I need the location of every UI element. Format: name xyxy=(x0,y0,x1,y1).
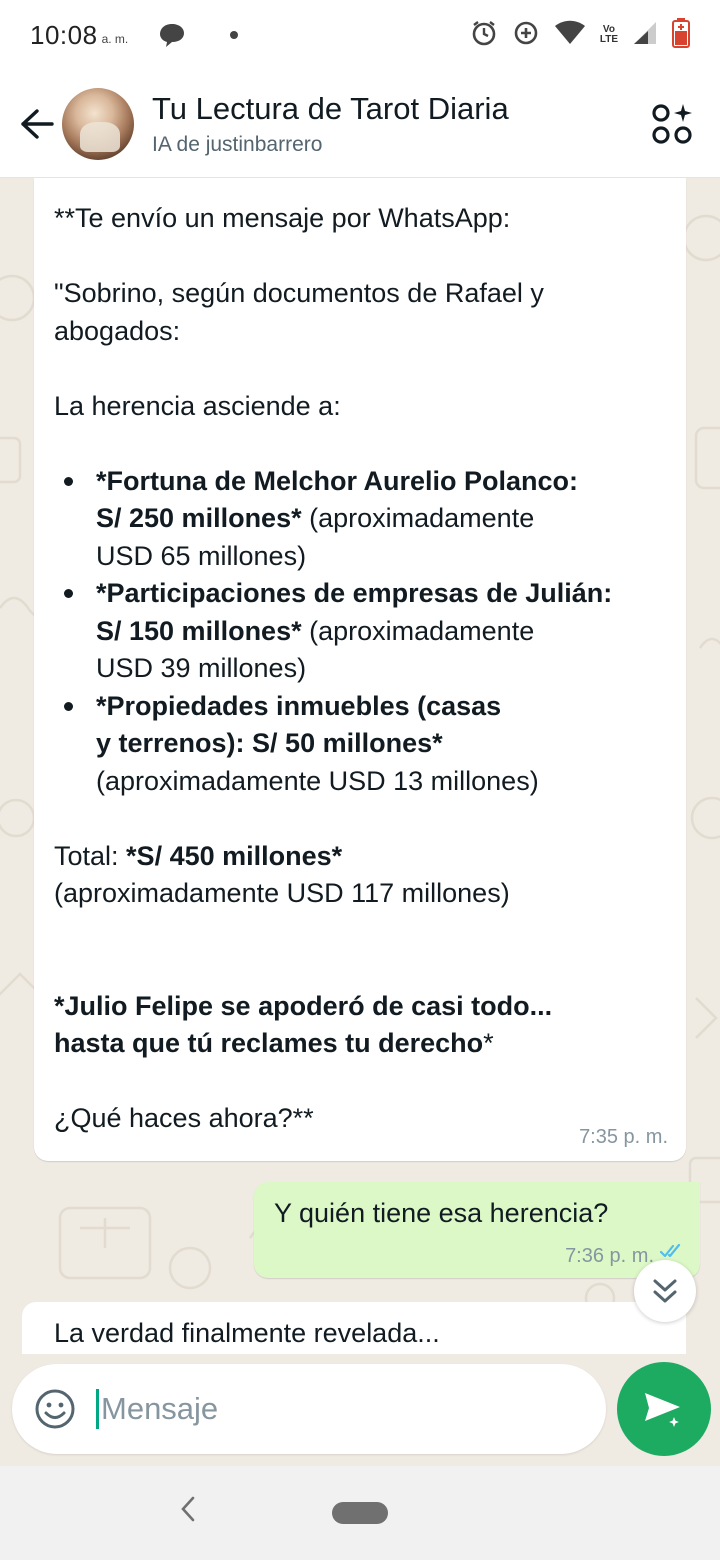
avatar[interactable] xyxy=(62,87,134,160)
list-item-amount: S/ 250 millones* xyxy=(96,503,302,533)
battery-icon xyxy=(672,17,690,53)
partial-message-text: La verdad finalmente revelada... xyxy=(54,1318,440,1348)
message-timestamp: 7:35 p. m. xyxy=(579,1126,668,1148)
list-item-bold: *Propiedades inmuebles (casas xyxy=(96,690,502,721)
list-item-bold: *Participaciones de empresas de Julián: xyxy=(96,578,613,608)
message-input-bar[interactable]: Mensaje xyxy=(12,1364,606,1454)
list-item: *Participaciones de empresas de Julián: … xyxy=(54,575,666,688)
bold-line-text: *Julio Felipe se apoderó de casi todo... xyxy=(54,990,553,1021)
system-navigation-bar xyxy=(0,1466,720,1560)
status-bar: 10:08 a. m. Vo LTE xyxy=(0,0,720,70)
ai-shapes-icon xyxy=(652,103,692,144)
incoming-message-text: **Te envío un mensaje por WhatsApp: "Sob… xyxy=(54,200,666,1138)
text-cursor xyxy=(96,1389,99,1429)
list-item-note: USD 65 millones) xyxy=(96,540,307,571)
bold-line: hasta que tú reclames tu derecho* xyxy=(54,1025,666,1063)
send-button[interactable] xyxy=(617,1362,711,1456)
list-item-amount: y terrenos): S/ 50 millones* xyxy=(96,728,443,758)
list-item-note: USD 39 millones) xyxy=(96,653,307,683)
signal-icon xyxy=(632,20,658,51)
chat-area[interactable]: **Te envío un mensaje por WhatsApp: "Sob… xyxy=(0,178,720,1364)
bold-line-text: hasta que tú reclames tu derecho xyxy=(54,1028,484,1058)
alarm-icon xyxy=(470,19,498,52)
chevron-left-icon xyxy=(181,1496,195,1522)
chat-subtitle: IA de justinbarrero xyxy=(152,132,323,156)
list-item-note: (aproximadamente USD 13 millones) xyxy=(96,765,539,796)
chat-header: Tu Lectura de Tarot Diaria IA de justinb… xyxy=(0,70,720,178)
list-item: *Propiedades inmuebles (casas y terrenos… xyxy=(54,688,666,801)
double-chevron-down-icon xyxy=(653,1279,677,1303)
arrow-left-icon xyxy=(21,108,54,139)
total-note: (aproximadamente USD 117 millones) xyxy=(54,878,510,908)
volte-icon: Vo LTE xyxy=(600,25,618,45)
list-item-note: (aproximadamente xyxy=(301,503,535,533)
question-line: ¿Qué haces ahora?** xyxy=(54,1103,314,1133)
incoming-message-bubble[interactable]: **Te envío un mensaje por WhatsApp: "Sob… xyxy=(34,178,686,1161)
total-line: Total: *S/ 450 millones* xyxy=(54,838,666,876)
data-saver-icon xyxy=(512,19,540,52)
wifi-icon xyxy=(554,20,586,51)
outgoing-message-bubble[interactable]: Y quién tiene esa herencia? 7:36 p. m. xyxy=(254,1182,700,1278)
scroll-to-bottom-button[interactable] xyxy=(634,1260,696,1322)
message-line: La herencia asciende a: xyxy=(54,390,341,421)
ai-options-button[interactable] xyxy=(650,102,694,146)
message-line: abogados: xyxy=(54,315,181,346)
nav-back-button[interactable] xyxy=(178,1494,198,1529)
bold-line: *Julio Felipe se apoderó de casi todo... xyxy=(54,988,666,1026)
list-item: *Fortuna de Melchor Aurelio Polanco: S/ … xyxy=(54,463,666,576)
chat-title: Tu Lectura de Tarot Diaria xyxy=(152,90,509,126)
chat-info[interactable]: Tu Lectura de Tarot Diaria IA de justinb… xyxy=(152,91,509,157)
message-timestamp: 7:36 p. m. xyxy=(565,1245,654,1267)
list-item-note: (aproximadamente xyxy=(301,615,535,646)
inheritance-list: *Fortuna de Melchor Aurelio Polanco: S/ … xyxy=(54,463,666,801)
list-item-amount: S/ 150 millones* xyxy=(96,615,302,646)
chat-bubble-icon xyxy=(158,22,186,48)
total-label: Total: xyxy=(54,840,127,871)
nav-home-button[interactable] xyxy=(332,1502,388,1524)
message-line: **Te envío un mensaje por WhatsApp: xyxy=(54,203,511,233)
emoji-button[interactable] xyxy=(30,1384,80,1434)
incoming-message-bubble-partial[interactable]: La verdad finalmente revelada... xyxy=(22,1302,686,1354)
total-value: *S/ 450 millones* xyxy=(126,840,343,871)
back-button[interactable] xyxy=(12,94,62,154)
smiley-icon xyxy=(35,1389,75,1429)
volte-bottom-text: LTE xyxy=(599,34,618,45)
status-icons: Vo LTE xyxy=(470,17,690,53)
notification-dot-icon xyxy=(230,31,239,39)
send-sparkle-icon xyxy=(645,1393,684,1429)
bold-line-end: * xyxy=(483,1028,494,1058)
status-ampm: a. m. xyxy=(101,32,129,46)
list-item-bold: *Fortuna de Melchor Aurelio Polanco: xyxy=(96,465,579,496)
message-line: "Sobrino, según documentos de Rafael y xyxy=(54,278,544,308)
message-input[interactable]: Mensaje xyxy=(101,1391,218,1427)
outgoing-message-text: Y quién tiene esa herencia? xyxy=(274,1198,609,1228)
status-time: 10:08 xyxy=(30,19,98,50)
